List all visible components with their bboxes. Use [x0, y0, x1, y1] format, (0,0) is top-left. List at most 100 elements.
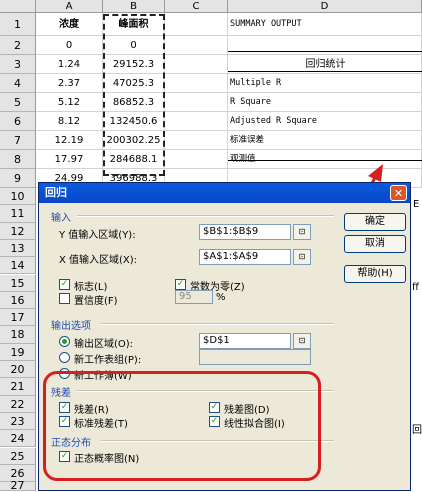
row-header-13[interactable]: 13	[0, 239, 36, 258]
labels-checkbox[interactable]: ✓	[59, 279, 70, 290]
help-button[interactable]: 帮助(H)	[344, 265, 406, 283]
new-sheet-input[interactable]	[199, 349, 311, 365]
output-range-picker-icon[interactable]: ⊡	[293, 333, 311, 349]
cell-a4[interactable]: 2.37	[36, 74, 103, 93]
row-header-21[interactable]: 21	[0, 378, 36, 396]
cell-c1[interactable]	[165, 13, 228, 36]
confidence-input[interactable]: 95	[175, 290, 213, 304]
column-header-c[interactable]: C	[165, 0, 228, 13]
row-header-12[interactable]: 12	[0, 222, 36, 240]
normal-group-rule	[101, 440, 334, 442]
row-header-24[interactable]: 24	[0, 430, 36, 448]
row-header-8[interactable]: 8	[0, 150, 36, 169]
cell-d6[interactable]: Adjusted R Square	[228, 112, 422, 131]
row-header-27[interactable]: 27	[0, 480, 36, 491]
cell-d1[interactable]: SUMMARY OUTPUT	[228, 13, 422, 36]
cell-d7[interactable]: 标准误差	[228, 131, 422, 150]
line-fit-plot-checkbox[interactable]: ✓	[209, 416, 220, 427]
cancel-button[interactable]: 取消	[344, 235, 406, 253]
ok-button[interactable]: 确定	[344, 213, 406, 231]
cell-c2[interactable]	[165, 36, 228, 55]
row-header-11[interactable]: 11	[0, 205, 36, 223]
close-icon[interactable]: ✕	[390, 185, 407, 201]
row-header-3[interactable]: 3	[0, 55, 36, 74]
row-header-15[interactable]: 15	[0, 274, 36, 292]
row-header-25[interactable]: 25	[0, 447, 36, 465]
cell-c5[interactable]	[165, 93, 228, 112]
new-workbook-radio[interactable]	[59, 368, 70, 379]
labels-checkbox-label[interactable]: 标志(L)	[74, 278, 107, 293]
cell-a1[interactable]: 浓度	[36, 13, 103, 36]
cell-b8[interactable]: 284688.1	[103, 150, 165, 169]
row-header-2[interactable]: 2	[0, 36, 36, 55]
y-range-picker-icon[interactable]: ⊡	[293, 224, 311, 240]
confidence-label[interactable]: 置信度(F)	[74, 292, 118, 307]
row-header-16[interactable]: 16	[0, 291, 36, 310]
row-header-19[interactable]: 19	[0, 343, 36, 361]
residuals-label[interactable]: 残差(R)	[74, 401, 109, 416]
edge-fragment-row24: 回	[412, 425, 422, 436]
dialog-titlebar[interactable]: 回归	[39, 183, 410, 203]
cell-a7[interactable]: 12.19	[36, 131, 103, 150]
cell-b3[interactable]: 29152.3	[103, 55, 165, 74]
residual-plot-checkbox[interactable]: ✓	[209, 402, 220, 413]
cell-c8[interactable]	[165, 150, 228, 169]
cell-b5[interactable]: 86852.3	[103, 93, 165, 112]
cell-b1[interactable]: 峰面积	[103, 13, 165, 36]
y-range-input[interactable]: $B$1:$B$9	[199, 224, 291, 240]
row-header-5[interactable]: 5	[0, 93, 36, 112]
x-range-input[interactable]: $A$1:$A$9	[199, 249, 291, 265]
cell-a5[interactable]: 5.12	[36, 93, 103, 112]
row-header-7[interactable]: 7	[0, 131, 36, 150]
row-header-9[interactable]: 9	[0, 169, 36, 188]
new-sheet-label[interactable]: 新工作表组(P):	[74, 351, 141, 366]
cell-c7[interactable]	[165, 131, 228, 150]
output-range-label[interactable]: 输出区域(O):	[74, 335, 133, 350]
row-header-17[interactable]: 17	[0, 309, 36, 327]
corner-select-all[interactable]	[0, 0, 36, 13]
cell-c3[interactable]	[165, 55, 228, 74]
confidence-checkbox[interactable]	[59, 293, 70, 304]
x-range-picker-icon[interactable]: ⊡	[293, 249, 311, 265]
residual-plot-label[interactable]: 残差图(D)	[224, 401, 270, 416]
cell-c4[interactable]	[165, 74, 228, 93]
residuals-checkbox[interactable]: ✓	[59, 402, 70, 413]
cell-a3[interactable]: 1.24	[36, 55, 103, 74]
cell-b6[interactable]: 132450.6	[103, 112, 165, 131]
new-workbook-label[interactable]: 新工作簿(W)	[74, 367, 132, 382]
row-header-23[interactable]: 23	[0, 412, 36, 431]
output-range-input[interactable]: $D$1	[199, 333, 291, 349]
cell-b2[interactable]: 0	[103, 36, 165, 55]
output-group-label: 输出选项	[51, 321, 91, 332]
normal-probability-label[interactable]: 正态概率图(N)	[74, 450, 139, 465]
standard-residuals-label[interactable]: 标准残差(T)	[74, 415, 128, 430]
row-header-1[interactable]: 1	[0, 13, 36, 36]
normal-probability-checkbox[interactable]: ✓	[59, 451, 70, 462]
new-sheet-radio[interactable]	[59, 352, 70, 363]
row-header-22[interactable]: 22	[0, 395, 36, 413]
cell-b7[interactable]: 200302.25	[103, 131, 165, 150]
row-header-14[interactable]: 14	[0, 257, 36, 275]
column-header-b[interactable]: B	[103, 0, 165, 13]
normal-group-label: 正态分布	[51, 438, 91, 449]
cell-d5[interactable]: R Square	[228, 93, 422, 112]
row-header-10[interactable]: 10	[0, 188, 36, 206]
standard-residuals-checkbox[interactable]: ✓	[59, 416, 70, 427]
line-fit-plot-label[interactable]: 线性拟合图(I)	[224, 415, 285, 430]
cell-d2[interactable]	[228, 36, 422, 55]
cell-a6[interactable]: 8.12	[36, 112, 103, 131]
cell-c6[interactable]	[165, 112, 228, 131]
row-header-4[interactable]: 4	[0, 74, 36, 93]
regression-dialog: 回归 ✕ 输入 Y 值输入区域(Y): $B$1:$B$9 ⊡ X 值输入区域(…	[38, 182, 411, 491]
row-header-6[interactable]: 6	[0, 112, 36, 131]
constant-zero-checkbox[interactable]: ✓	[175, 279, 186, 290]
cell-a2[interactable]: 0	[36, 36, 103, 55]
column-header-a[interactable]: A	[36, 0, 103, 13]
row-header-18[interactable]: 18	[0, 326, 36, 344]
cell-b4[interactable]: 47025.3	[103, 74, 165, 93]
cell-d4[interactable]: Multiple R	[228, 74, 422, 93]
cell-a8[interactable]: 17.97	[36, 150, 103, 169]
column-header-d[interactable]: D	[228, 0, 422, 13]
row-header-20[interactable]: 20	[0, 361, 36, 379]
output-range-radio[interactable]	[59, 336, 70, 347]
